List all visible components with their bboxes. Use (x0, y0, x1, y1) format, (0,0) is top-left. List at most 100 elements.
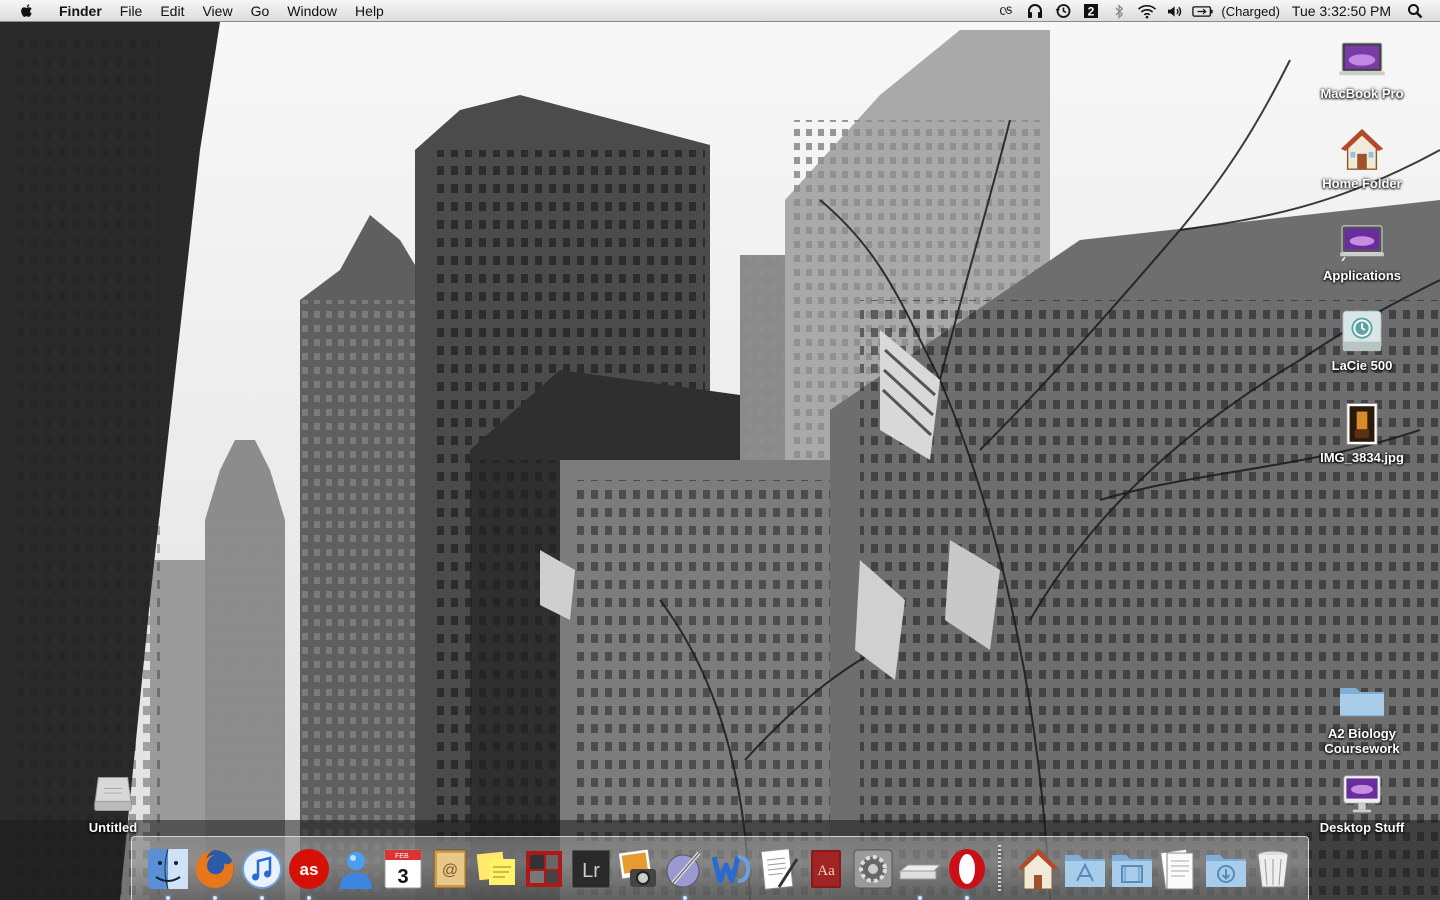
desktop-icon-label: MacBook Pro (1320, 86, 1404, 101)
running-indicator (213, 896, 217, 900)
menu-help[interactable]: Help (346, 0, 393, 22)
desktop-icon-desktop-stuff[interactable]: Desktop Stuff (1317, 770, 1407, 835)
lastfm-icon: as (289, 849, 329, 889)
dock-itunes[interactable] (240, 847, 284, 900)
desktop-icon-lacie-500[interactable]: LaCie 500 (1317, 308, 1407, 373)
svg-text:3: 3 (397, 866, 408, 888)
dock-lastfm[interactable]: as (287, 847, 331, 900)
lastfm-menu-icon[interactable] (996, 2, 1018, 20)
menu-edit[interactable]: Edit (151, 0, 193, 22)
opera-icon (949, 849, 985, 889)
folder-icon (1338, 676, 1386, 724)
dock-trash[interactable] (1251, 847, 1295, 891)
menu-go[interactable]: Go (242, 0, 279, 22)
dock-separator[interactable] (998, 845, 1001, 893)
menu-window[interactable]: Window (278, 0, 346, 22)
hard-drive-icon (1338, 36, 1386, 84)
documents-stack-icon (1160, 848, 1194, 890)
dock-dictionary[interactable]: Aa (804, 847, 848, 891)
dock-applications-stack[interactable] (1063, 847, 1107, 891)
battery-status-text[interactable]: (Charged) (1217, 4, 1284, 19)
wifi-icon[interactable] (1136, 2, 1158, 20)
desktop-wallpaper (0, 0, 1440, 900)
running-indicator (307, 896, 311, 900)
system-preferences-icon (853, 849, 893, 889)
svg-text:as: as (300, 860, 319, 879)
time-machine-drive-icon (1338, 308, 1386, 356)
desktop-icon-label: Desktop Stuff (1319, 820, 1405, 835)
apple-menu-icon[interactable] (18, 2, 36, 20)
dock-script-editor[interactable] (663, 847, 707, 900)
lightroom-icon: Lr (571, 849, 611, 889)
dock-textedit[interactable] (757, 847, 801, 891)
desktop-icon-label: Applications (1322, 268, 1401, 283)
trash-icon (1257, 850, 1289, 888)
spaces-icon[interactable]: 2 (1080, 2, 1102, 20)
image-file-icon (1338, 400, 1386, 448)
menu-file[interactable]: File (111, 0, 152, 22)
dock-photo-booth[interactable] (522, 847, 566, 891)
svg-text:2: 2 (1088, 5, 1095, 19)
headphones-icon[interactable] (1024, 2, 1046, 20)
iphoto-icon (617, 848, 656, 887)
menubar-clock[interactable]: Tue 3:32:50 PM (1284, 3, 1401, 19)
stickies-icon (476, 851, 515, 885)
bluetooth-icon[interactable] (1108, 2, 1130, 20)
desktop-icon-label: A2 Biology Coursework (1324, 726, 1400, 756)
dock-stickies[interactable] (475, 847, 519, 891)
dock-downloads-stack[interactable] (1204, 847, 1248, 891)
running-indicator (965, 896, 969, 900)
desktop-icon-applications[interactable]: Applications (1317, 218, 1407, 283)
dock-firefox[interactable] (193, 847, 237, 900)
menu-view[interactable]: View (193, 0, 241, 22)
dock-scanner[interactable] (898, 847, 942, 900)
svg-text:Lr: Lr (582, 860, 600, 882)
finder-icon (148, 848, 188, 890)
script-editor-icon (666, 851, 701, 888)
dock-ichat[interactable] (334, 847, 378, 891)
downloads-folder-icon (1206, 855, 1246, 887)
dock-finder[interactable] (146, 847, 190, 900)
word-icon (711, 855, 751, 884)
dock-system-preferences[interactable] (851, 847, 895, 891)
scanner-icon (898, 864, 942, 880)
menu-app-finder[interactable]: Finder (50, 0, 111, 22)
running-indicator (166, 896, 170, 900)
svg-text:@: @ (442, 862, 458, 879)
menu-bar: Finder File Edit View Go Window Help 2 (… (0, 0, 1440, 22)
desktop-icon-untitled[interactable]: Untitled (68, 770, 158, 835)
dock-iphoto[interactable] (616, 847, 660, 891)
volume-icon[interactable] (1164, 2, 1186, 20)
spotlight-search-icon[interactable] (1404, 2, 1426, 20)
desktop-icon-home-folder[interactable]: Home Folder (1317, 126, 1407, 191)
svg-text:Aa: Aa (817, 863, 835, 879)
dock-ical[interactable]: FEB 3 (381, 847, 425, 891)
dock-lightroom[interactable]: Lr (569, 847, 613, 891)
dock-movies-stack[interactable] (1110, 847, 1154, 891)
firefox-icon (195, 849, 234, 888)
desktop-icon-label: Untitled (88, 820, 138, 835)
menu-extras: 2 (Charged) Tue 3:32:50 PM (993, 0, 1440, 22)
dock-documents-stack[interactable] (1157, 847, 1201, 891)
imac-icon (1338, 770, 1386, 818)
itunes-icon (242, 849, 282, 889)
home-stack-icon (1018, 848, 1058, 890)
ichat-icon (340, 852, 372, 889)
address-book-icon: @ (433, 849, 467, 889)
dock-opera[interactable] (945, 847, 989, 900)
ical-icon: FEB 3 (384, 849, 422, 889)
desktop-icon-img-3834[interactable]: IMG_3834.jpg (1317, 400, 1407, 465)
dock-word[interactable] (710, 847, 754, 891)
applications-icon (1338, 218, 1386, 266)
textedit-icon (760, 848, 799, 890)
disk-image-icon (89, 770, 137, 818)
time-machine-icon[interactable] (1052, 2, 1074, 20)
dock-home-stack[interactable] (1016, 847, 1060, 891)
running-indicator (260, 896, 264, 900)
desktop-icon-a2-biology-coursework[interactable]: A2 Biology Coursework (1317, 676, 1407, 756)
desktop-icon-macbook-pro[interactable]: MacBook Pro (1317, 36, 1407, 101)
battery-icon[interactable] (1192, 2, 1214, 20)
movies-folder-icon (1112, 855, 1152, 887)
dock-address-book[interactable]: @ (428, 847, 472, 891)
dictionary-icon: Aa (811, 850, 841, 888)
